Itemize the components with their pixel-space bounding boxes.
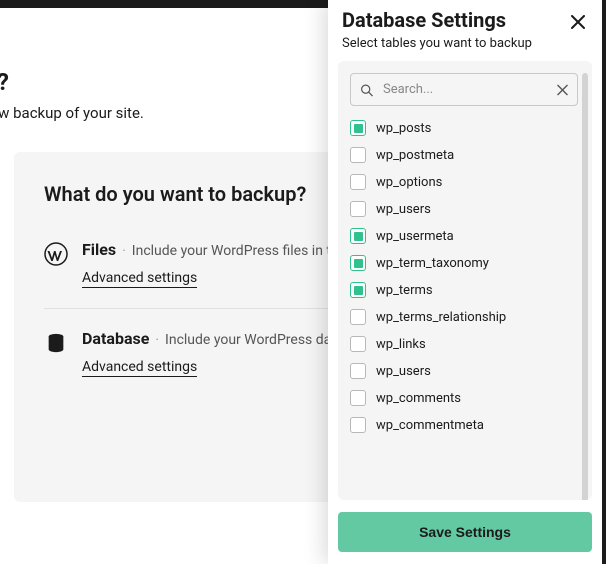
advanced-settings-link[interactable]: Advanced settings — [82, 270, 197, 288]
table-checkbox[interactable] — [350, 336, 366, 352]
table-label: wp_postmeta — [376, 148, 454, 163]
table-checkbox[interactable] — [350, 228, 366, 244]
table-checkbox[interactable] — [350, 309, 366, 325]
wordpress-icon — [44, 242, 68, 266]
table-checkbox[interactable] — [350, 390, 366, 406]
table-row[interactable]: wp_postmeta — [350, 147, 578, 163]
save-settings-button[interactable]: Save Settings — [338, 512, 592, 552]
separator-dot: · — [122, 243, 126, 259]
table-label: wp_options — [376, 175, 442, 190]
table-row[interactable]: wp_terms — [350, 282, 578, 298]
table-checkbox[interactable] — [350, 255, 366, 271]
table-checkbox[interactable] — [350, 417, 366, 433]
panel-header: Database Settings — [328, 0, 602, 32]
table-checkbox[interactable] — [350, 201, 366, 217]
clear-search-button[interactable] — [557, 84, 568, 95]
search-container — [350, 73, 578, 106]
table-checkbox[interactable] — [350, 282, 366, 298]
advanced-settings-link[interactable]: Advanced settings — [82, 359, 197, 377]
table-checkbox[interactable] — [350, 174, 366, 190]
scrollbar[interactable] — [582, 73, 588, 500]
table-row[interactable]: wp_comments — [350, 390, 578, 406]
table-label: wp_users — [376, 364, 431, 379]
table-label: wp_term_taxonomy — [376, 256, 489, 271]
search-icon — [360, 83, 373, 96]
table-row[interactable]: wp_term_taxonomy — [350, 255, 578, 271]
table-label: wp_posts — [376, 121, 431, 136]
table-row[interactable]: wp_commentmeta — [350, 417, 578, 433]
panel-subtitle: Select tables you want to backup — [328, 32, 602, 61]
panel-body: wp_posts wp_postmeta wp_options wp_users wp_… — [338, 61, 592, 500]
table-list: wp_posts wp_postmeta wp_options wp_users wp_… — [350, 120, 578, 433]
search-input[interactable] — [350, 73, 578, 106]
table-checkbox[interactable] — [350, 363, 366, 379]
table-row[interactable]: wp_options — [350, 174, 578, 190]
table-checkbox[interactable] — [350, 147, 366, 163]
panel-footer: Save Settings — [328, 500, 602, 564]
table-label: wp_terms_relationship — [376, 310, 506, 325]
panel-title: Database Settings — [342, 8, 506, 32]
table-label: wp_users — [376, 202, 431, 217]
table-row[interactable]: wp_usermeta — [350, 228, 578, 244]
option-label: Files — [82, 240, 116, 259]
option-label: Database — [82, 329, 149, 348]
table-label: wp_links — [376, 337, 426, 352]
table-row[interactable]: wp_links — [350, 336, 578, 352]
database-icon — [44, 331, 68, 355]
table-row[interactable]: wp_users — [350, 363, 578, 379]
close-icon — [571, 15, 585, 29]
table-label: wp_commentmeta — [376, 418, 484, 433]
table-label: wp_usermeta — [376, 229, 454, 244]
table-checkbox[interactable] — [350, 120, 366, 136]
table-label: wp_terms — [376, 283, 433, 298]
table-row[interactable]: wp_terms_relationship — [350, 309, 578, 325]
database-settings-panel: Database Settings Select tables you want… — [328, 0, 606, 564]
table-row[interactable]: wp_posts — [350, 120, 578, 136]
close-button[interactable] — [568, 12, 588, 32]
table-row[interactable]: wp_users — [350, 201, 578, 217]
table-label: wp_comments — [376, 391, 461, 406]
separator-dot: · — [155, 332, 159, 348]
